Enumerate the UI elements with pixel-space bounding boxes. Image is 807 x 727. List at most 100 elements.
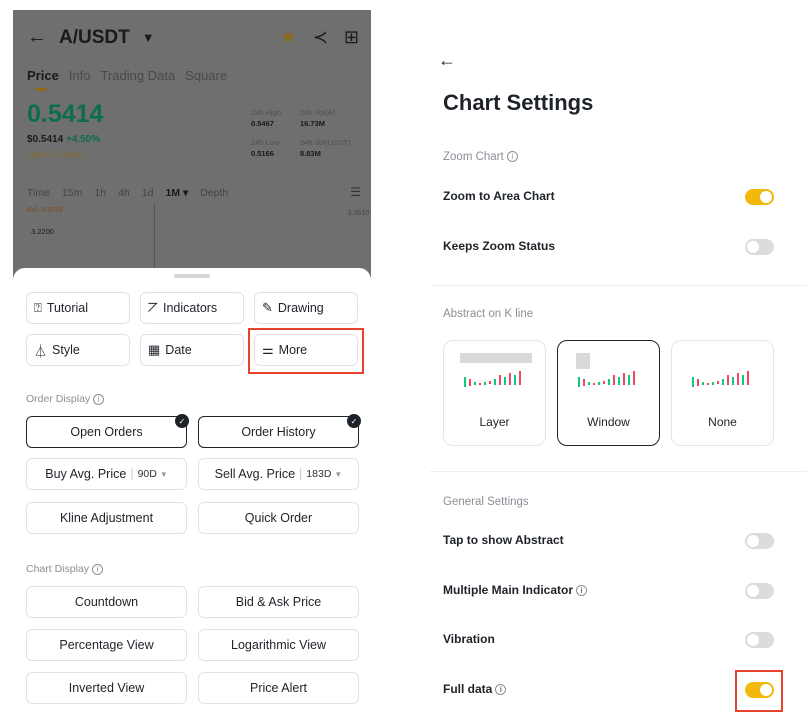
info-icon[interactable]: i xyxy=(495,683,507,695)
window-preview-icon xyxy=(576,353,635,387)
tab-square[interactable]: Square xyxy=(185,68,227,83)
inverted-view-toggle[interactable]: Inverted View xyxy=(26,672,187,704)
stat-label: 24h High xyxy=(251,108,282,117)
axis-label-right: 3.3610 xyxy=(347,210,369,217)
timeframe-bar: Time 15m 1h 4h 1d 1M ▾ Depth xyxy=(27,187,228,199)
drag-handle[interactable] xyxy=(174,274,210,278)
none-preview-icon xyxy=(692,371,749,387)
tap-abstract-switch[interactable] xyxy=(745,533,774,549)
grid-icon[interactable]: ⊞ xyxy=(344,27,359,48)
back-arrow-icon[interactable]: ← xyxy=(438,50,456,71)
window-label: Window xyxy=(587,415,630,429)
separator: | xyxy=(299,467,303,481)
chart-settings-icon[interactable]: ☰ xyxy=(350,185,361,199)
timeframe-15m[interactable]: 15m xyxy=(62,187,82,199)
chart-display-title: Chart Display i xyxy=(26,563,104,575)
zoom-to-area-switch[interactable] xyxy=(745,189,774,205)
keeps-zoom-switch[interactable] xyxy=(745,239,774,255)
info-icon[interactable]: i xyxy=(92,563,104,575)
kline-adjustment-toggle[interactable]: Kline Adjustment xyxy=(26,502,187,534)
tab-price[interactable]: Price xyxy=(27,68,59,91)
zoom-to-area-label: Zoom to Area Chart xyxy=(443,189,555,203)
multi-indicator-switch[interactable] xyxy=(745,583,774,599)
abstract-option-window[interactable]: Window xyxy=(557,340,660,446)
stat-value: 0.5467 xyxy=(251,119,274,128)
pair-name: A/USDT xyxy=(59,26,130,48)
date-button[interactable]: ▦ Date xyxy=(140,334,244,366)
layer-preview-icon xyxy=(460,353,532,387)
price-change: +4.50% xyxy=(65,134,101,145)
back-arrow-icon[interactable]: ← xyxy=(27,26,47,49)
pair-header[interactable]: ← A/USDT ▼ xyxy=(27,26,155,49)
tap-abstract-row: Tap to show Abstract xyxy=(443,533,564,547)
buy-avg-price-toggle[interactable]: Buy Avg. Price | 90D ▼ xyxy=(26,458,187,490)
left-screen: ← A/USDT ▼ ★ ≺ ⊞ Price Info Trading Data… xyxy=(13,10,371,727)
layer-label: Layer xyxy=(479,415,510,429)
market-tabs: Price Info Trading Data Square xyxy=(27,68,227,91)
tab-info[interactable]: Info xyxy=(69,68,91,83)
countdown-label: Countdown xyxy=(74,595,139,609)
tab-trading-data[interactable]: Trading Data xyxy=(101,68,176,83)
info-icon[interactable]: i xyxy=(576,584,588,596)
stat-label: 24h Low xyxy=(251,138,280,147)
timeframe-1m[interactable]: 1M ▾ xyxy=(165,187,188,199)
style-button[interactable]: ⏃ Style xyxy=(26,334,130,366)
dropdown-icon: ▼ xyxy=(159,469,168,479)
order-history-toggle[interactable]: Order History ✓ xyxy=(198,414,361,448)
indicators-button[interactable]: ⦢ Indicators xyxy=(140,292,244,324)
drawing-label: Drawing xyxy=(277,301,324,315)
price-alert-toggle[interactable]: Price Alert xyxy=(198,672,359,704)
general-section-title: General Settings xyxy=(443,496,529,508)
right-screen: ← Chart Settings Zoom Chart i Zoom to Are… xyxy=(430,0,807,727)
tap-abstract-label: Tap to show Abstract xyxy=(443,533,564,547)
pencil-icon: ✎ xyxy=(262,300,273,315)
price-level-label: 3.2200 xyxy=(31,227,54,236)
switch-knob xyxy=(747,241,759,253)
buy-period-select[interactable]: 90D xyxy=(138,468,157,480)
percentage-view-toggle[interactable]: Percentage View xyxy=(26,629,187,661)
star-icon[interactable]: ★ xyxy=(280,26,297,49)
stat-label: 24h Vol(USDT) xyxy=(300,138,351,147)
drawing-button[interactable]: ✎ Drawing xyxy=(254,292,358,324)
stat-value: 8.83M xyxy=(300,149,321,158)
timeframe-1d[interactable]: 1d xyxy=(142,187,154,199)
stat-24h-high: 24h High 0.5467 xyxy=(251,107,281,129)
open-orders-toggle[interactable]: Open Orders ✓ xyxy=(26,414,189,448)
full-data-label: Full data xyxy=(443,682,493,696)
sell-period-select[interactable]: 183D xyxy=(306,468,331,480)
timeframe-4h[interactable]: 4h xyxy=(118,187,130,199)
timeframe-1h[interactable]: 1h xyxy=(94,187,106,199)
full-data-row: Full data i xyxy=(443,682,507,696)
sell-avg-price-toggle[interactable]: Sell Avg. Price | 183D ▼ xyxy=(198,458,359,490)
countdown-toggle[interactable]: Countdown xyxy=(26,586,187,618)
zoom-chart-label: Zoom Chart xyxy=(443,151,504,163)
abstract-option-none[interactable]: None xyxy=(671,340,774,446)
switch-knob xyxy=(760,191,772,203)
stat-value: 16.73M xyxy=(300,119,326,128)
style-icon: ⏃ xyxy=(34,343,48,359)
tutorial-button[interactable]: ⍰ Tutorial xyxy=(26,292,130,324)
chart-display-label: Chart Display xyxy=(26,563,90,575)
caret-down-icon[interactable]: ▼ xyxy=(142,30,155,45)
quick-order-toggle[interactable]: Quick Order xyxy=(198,502,359,534)
bid-ask-price-toggle[interactable]: Bid & Ask Price xyxy=(198,586,359,618)
multi-indicator-row: Multiple Main Indicator i xyxy=(443,583,588,597)
timeframe-depth[interactable]: Depth xyxy=(200,187,228,199)
info-icon[interactable]: i xyxy=(506,151,518,163)
switch-knob xyxy=(747,585,759,597)
abstract-option-layer[interactable]: Layer xyxy=(443,340,546,446)
category-tags: Layer 1 / Layer 2 xyxy=(27,150,88,159)
avl-label: AVL 0.5018 xyxy=(27,207,63,214)
stat-24h-low: 24h Low 0.5166 xyxy=(251,137,279,159)
style-label: Style xyxy=(52,343,80,357)
timeframe-time[interactable]: Time xyxy=(27,187,50,199)
keeps-zoom-row: Keeps Zoom Status xyxy=(443,239,555,253)
info-icon[interactable]: i xyxy=(93,393,105,405)
share-icon[interactable]: ≺ xyxy=(313,27,328,48)
logarithmic-view-toggle[interactable]: Logarithmic View xyxy=(198,629,359,661)
zoom-chart-section: Zoom Chart i xyxy=(443,151,518,163)
vibration-row: Vibration xyxy=(443,632,495,646)
tutorial-label: Tutorial xyxy=(46,301,89,315)
vibration-switch[interactable] xyxy=(745,632,774,648)
quick-order-label: Quick Order xyxy=(244,511,313,525)
